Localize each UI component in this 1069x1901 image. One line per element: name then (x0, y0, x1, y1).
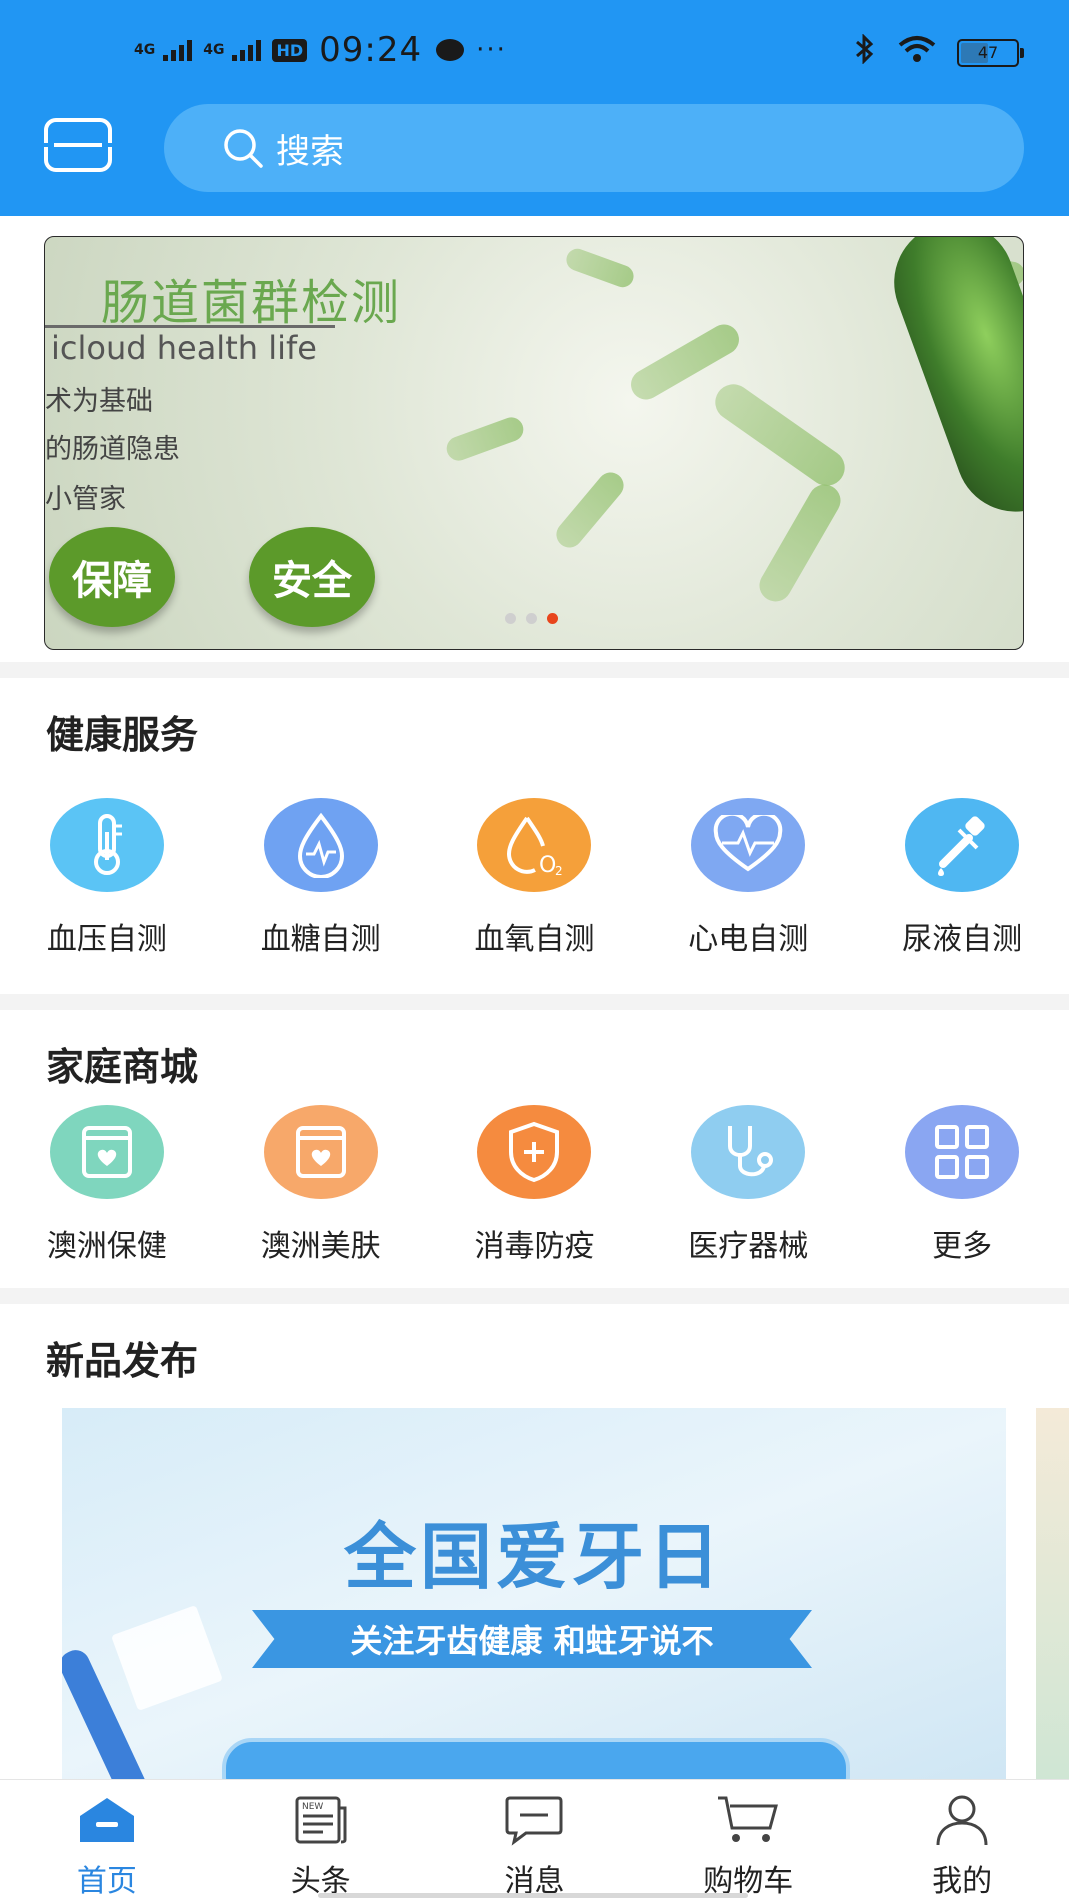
section-divider (0, 1288, 1069, 1304)
section-title-health-services: 健康服务 (46, 713, 199, 757)
news-icon: NEW (289, 1792, 353, 1848)
health-box-icon (49, 1105, 164, 1199)
mall-beauty-products[interactable]: 澳洲美肤 (214, 1105, 428, 1265)
page-dot[interactable] (505, 613, 516, 624)
user-icon (930, 1792, 994, 1848)
battery-icon: 47 (957, 38, 1024, 67)
service-label: 尿液自测 (902, 922, 1023, 957)
stethoscope-icon (691, 1105, 806, 1199)
signal-icon (232, 39, 266, 61)
new-product-card[interactable]: 全国爱牙日 关注牙齿健康 和蛀牙说不 (62, 1408, 1006, 1780)
search-bar[interactable]: 搜索 (164, 104, 1024, 192)
mall-label: 澳洲保健 (46, 1229, 167, 1264)
battery-percent: 47 (977, 42, 999, 62)
section-title-home-mall: 家庭商城 (46, 1045, 199, 1089)
nav-messages[interactable]: 消息 (428, 1780, 642, 1901)
status-bar: 4G 4G HD 09:24 ··· 47 (0, 0, 1069, 100)
banner-title: 肠道菌群检测 (101, 275, 402, 331)
network-label: 4G (203, 42, 225, 58)
service-label: 血压自测 (46, 922, 167, 957)
wifi-icon (897, 34, 937, 71)
hd-badge: HD (272, 38, 308, 62)
beauty-box-icon (263, 1105, 378, 1199)
page-dot-active[interactable] (547, 613, 558, 624)
banner-text-line: 术为基础 (45, 386, 153, 417)
next-product-card[interactable] (1036, 1408, 1069, 1780)
cart-icon (716, 1792, 780, 1848)
banner-badge-guarantee: 保障 (49, 527, 175, 627)
service-urine[interactable]: 尿液自测 (855, 798, 1069, 958)
mall-health-products[interactable]: 澳洲保健 (0, 1105, 214, 1265)
mall-medical-devices[interactable]: 医疗器械 (641, 1105, 855, 1265)
nav-label: 我的 (932, 1864, 993, 1899)
section-title-new-products: 新品发布 (46, 1339, 199, 1383)
scan-icon (44, 118, 112, 172)
service-label: 血氧自测 (474, 922, 595, 957)
nav-headlines[interactable]: NEW 头条 (214, 1780, 428, 1901)
banner-badge-safe: 安全 (249, 527, 375, 627)
network-label: 4G (134, 42, 156, 58)
svg-text:2: 2 (555, 864, 563, 878)
grid-icon (905, 1105, 1020, 1199)
service-blood-pressure[interactable]: 血压自测 (0, 798, 214, 958)
banner-text-line: 的肠道隐患 (45, 434, 180, 465)
thermometer-icon (49, 798, 164, 892)
home-mall-grid: 澳洲保健 澳洲美肤 消毒防疫 医疗器械 更多 (0, 1105, 1069, 1265)
svg-text:NEW: NEW (302, 1802, 323, 1812)
mall-more[interactable]: 更多 (855, 1105, 1069, 1265)
message-icon (502, 1792, 566, 1848)
shield-plus-icon (477, 1105, 592, 1199)
signal-icon (163, 39, 197, 61)
service-blood-oxygen[interactable]: O2 血氧自测 (428, 798, 642, 958)
section-divider (0, 662, 1069, 678)
service-label: 心电自测 (688, 922, 809, 957)
book-decoration (111, 1605, 223, 1711)
page-dot[interactable] (526, 613, 537, 624)
chat-notification-icon (436, 39, 465, 61)
section-divider (0, 994, 1069, 1010)
health-services-grid: 血压自测 血糖自测 O2 血氧自测 心电自测 尿液自测 (0, 798, 1069, 958)
dropper-icon (905, 798, 1020, 892)
system-home-indicator[interactable] (318, 1893, 748, 1898)
search-icon (224, 129, 263, 168)
service-label: 血糖自测 (260, 922, 381, 957)
mall-label: 医疗器械 (688, 1229, 809, 1264)
mall-label: 更多 (932, 1229, 993, 1264)
home-icon (75, 1792, 139, 1848)
promo-banner[interactable]: 肠道菌群检测 icloud health life 术为基础 的肠道隐患 小管家… (44, 236, 1024, 650)
promo-slogan: 关注牙齿健康 和蛀牙说不 (252, 1610, 812, 1668)
service-blood-sugar[interactable]: 血糖自测 (214, 798, 428, 958)
nav-label: 首页 (76, 1864, 137, 1899)
service-ecg[interactable]: 心电自测 (641, 798, 855, 958)
mall-label: 消毒防疫 (474, 1229, 595, 1264)
banner-divider (45, 325, 335, 328)
banner-subtitle: icloud health life (51, 329, 317, 367)
top-app-bar: 4G 4G HD 09:24 ··· 47 搜索 (0, 0, 1069, 216)
svg-text:O: O (539, 853, 556, 878)
search-placeholder: 搜索 (276, 131, 344, 172)
banner-page-indicator[interactable] (505, 613, 558, 624)
clock: 09:24 (319, 30, 423, 70)
scan-menu-button[interactable] (44, 118, 118, 178)
more-notifications: ··· (476, 35, 507, 65)
nav-profile[interactable]: 我的 (855, 1780, 1069, 1901)
bluetooth-icon (853, 33, 877, 71)
mall-disinfection[interactable]: 消毒防疫 (428, 1105, 642, 1265)
heart-rate-icon (691, 798, 806, 892)
blood-drop-icon (263, 798, 378, 892)
oxygen-drop-icon: O2 (477, 798, 592, 892)
promo-action-button[interactable] (222, 1738, 850, 1780)
banner-text-line: 小管家 (45, 484, 126, 515)
bottom-navigation: 首页 NEW 头条 消息 购物车 我的 (0, 1779, 1069, 1901)
nav-cart[interactable]: 购物车 (641, 1780, 855, 1901)
promo-title: 全国爱牙日 (343, 1514, 724, 1599)
nav-home[interactable]: 首页 (0, 1780, 214, 1901)
mall-label: 澳洲美肤 (260, 1229, 381, 1264)
